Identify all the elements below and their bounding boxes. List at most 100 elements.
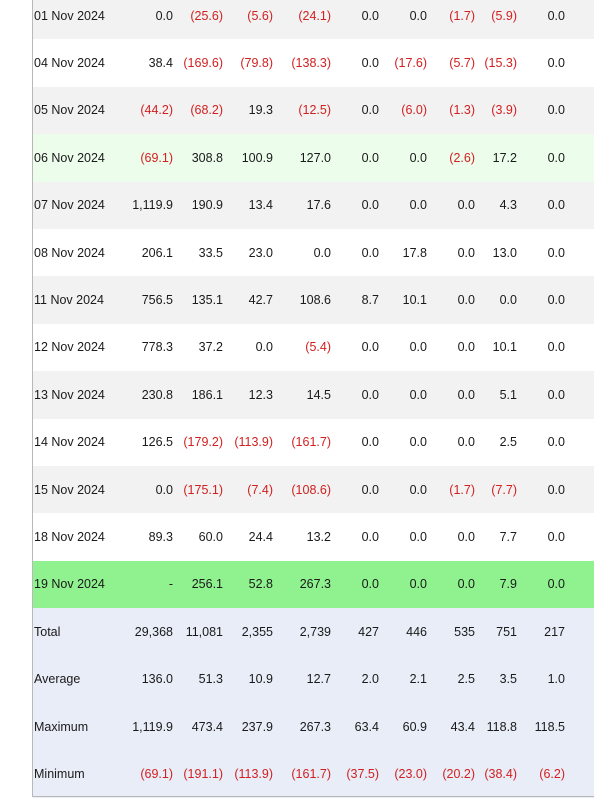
value-cell: 0.0 — [475, 276, 517, 324]
value-cell: 0.0 — [517, 228, 565, 277]
value-cell: 0.0 — [379, 371, 427, 419]
summary-label: Total — [33, 608, 121, 656]
summary-label: Minimum — [33, 750, 121, 798]
value-cell — [565, 418, 594, 466]
table-row: 05 Nov 2024 (44.2) (68.2) 19.3 (12.5) 0.0 (6.0… — [33, 86, 594, 135]
value-cell: 0.0 — [331, 134, 379, 182]
value-cell: (17.6) — [379, 39, 427, 87]
value-cell: (25.6) — [173, 0, 223, 40]
value-cell: 12.3 — [223, 371, 273, 419]
value-cell: 1.0 — [517, 655, 565, 703]
value-cell: 2.5 — [427, 655, 475, 703]
table-row: 19 Nov 2024-256.1 52.8 267.3 0.0 0.0 0.0 7.9 0.… — [33, 560, 594, 609]
table-row: 07 Nov 2024 1,119.9 190.9 13.4 17.6 0.0 0.0 0.0… — [33, 181, 594, 229]
value-cell: 190.9 — [173, 181, 223, 229]
value-cell: 778.3 — [121, 323, 173, 372]
value-cell: (5.9) — [475, 0, 517, 40]
date-cell: 18 Nov 2024 — [33, 513, 121, 561]
value-cell: 308.8 — [173, 134, 223, 182]
value-cell: 186.1 — [173, 371, 223, 419]
value-cell: 0.0 — [379, 418, 427, 466]
value-cell: 136.0 — [121, 655, 173, 703]
summary-row: Average 136.0 51.3 10.9 12.7 2.0 2.1 2.5 3.5 1.0 — [33, 655, 594, 703]
value-cell: 24.4 — [223, 513, 273, 561]
value-cell: 0.0 — [517, 465, 565, 514]
value-cell: 0.0 — [517, 323, 565, 372]
value-cell: 2,355 — [223, 608, 273, 656]
value-cell: 108.6 — [273, 276, 331, 324]
table-body: 01 Nov 2024 0.0 (25.6) (5.6) (24.1) 0.0 0.0 (1.… — [33, 0, 594, 798]
value-cell: 0.0 — [427, 323, 475, 372]
value-cell — [565, 181, 594, 229]
value-cell — [565, 655, 594, 703]
value-cell: 17.2 — [475, 134, 517, 182]
value-cell: 0.0 — [331, 465, 379, 514]
value-cell: 206.1 — [121, 228, 173, 277]
value-cell: (44.2) — [121, 86, 173, 135]
value-cell: 0.0 — [517, 276, 565, 324]
value-cell: 0.0 — [517, 418, 565, 466]
value-cell: 12.7 — [273, 655, 331, 703]
value-cell: 267.3 — [273, 560, 331, 609]
value-cell: 118.5 — [517, 702, 565, 751]
value-cell: (113.9) — [223, 750, 273, 798]
value-cell: (191.1) — [173, 750, 223, 798]
date-cell: 07 Nov 2024 — [33, 181, 121, 229]
value-cell: (2.6) — [427, 134, 475, 182]
value-cell: (1.7) — [427, 465, 475, 514]
date-cell: 19 Nov 2024 — [33, 560, 121, 609]
value-cell: 89.3 — [121, 513, 173, 561]
value-cell: 0.0 — [427, 181, 475, 229]
value-cell: 0.0 — [331, 0, 379, 40]
value-cell: 10.9 — [223, 655, 273, 703]
value-cell: 2.0 — [331, 655, 379, 703]
value-cell: 0.0 — [331, 418, 379, 466]
value-cell: 0.0 — [379, 465, 427, 514]
table-row: 01 Nov 2024 0.0 (25.6) (5.6) (24.1) 0.0 0.0 (1.… — [33, 0, 594, 40]
value-cell: 17.8 — [379, 228, 427, 277]
value-cell: (79.8) — [223, 39, 273, 87]
value-cell: 11,081 — [173, 608, 223, 656]
value-cell: 13.2 — [273, 513, 331, 561]
value-cell: 0.0 — [517, 134, 565, 182]
value-cell: 7.7 — [475, 513, 517, 561]
value-cell: 0.0 — [379, 134, 427, 182]
value-cell: 0.0 — [331, 181, 379, 229]
date-cell: 13 Nov 2024 — [33, 371, 121, 419]
value-cell — [565, 560, 594, 609]
value-cell: 0.0 — [331, 513, 379, 561]
value-cell: 60.9 — [379, 702, 427, 751]
value-cell: 14.5 — [273, 371, 331, 419]
value-cell: 0.0 — [273, 228, 331, 277]
value-cell — [565, 0, 594, 40]
value-cell: 0.0 — [427, 418, 475, 466]
value-cell: 23.0 — [223, 228, 273, 277]
table-row: 11 Nov 2024 756.5 135.1 42.7 108.6 8.7 10.1 0.0… — [33, 276, 594, 324]
value-cell: 446 — [379, 608, 427, 656]
value-cell: (20.2) — [427, 750, 475, 798]
value-cell: 0.0 — [517, 371, 565, 419]
value-cell: 0.0 — [517, 39, 565, 87]
value-cell: 7.9 — [475, 560, 517, 609]
value-cell: (38.4) — [475, 750, 517, 798]
value-cell: 127.0 — [273, 134, 331, 182]
value-cell: (5.6) — [223, 0, 273, 40]
value-cell: 43.4 — [427, 702, 475, 751]
value-cell: 13.4 — [223, 181, 273, 229]
value-cell: 0.0 — [517, 0, 565, 40]
value-cell: 33.5 — [173, 228, 223, 277]
summary-label: Maximum — [33, 702, 121, 751]
value-cell: 230.8 — [121, 371, 173, 419]
date-cell: 01 Nov 2024 — [33, 0, 121, 40]
value-cell: 0.0 — [379, 560, 427, 609]
value-cell: 0.0 — [379, 513, 427, 561]
date-cell: 06 Nov 2024 — [33, 134, 121, 182]
value-cell — [565, 228, 594, 277]
value-cell: (7.7) — [475, 465, 517, 514]
value-cell: 535 — [427, 608, 475, 656]
value-cell: 0.0 — [427, 371, 475, 419]
value-cell: (7.4) — [223, 465, 273, 514]
value-cell: (6.2) — [517, 750, 565, 798]
value-cell: 0.0 — [427, 513, 475, 561]
value-cell: ( — [565, 750, 594, 798]
